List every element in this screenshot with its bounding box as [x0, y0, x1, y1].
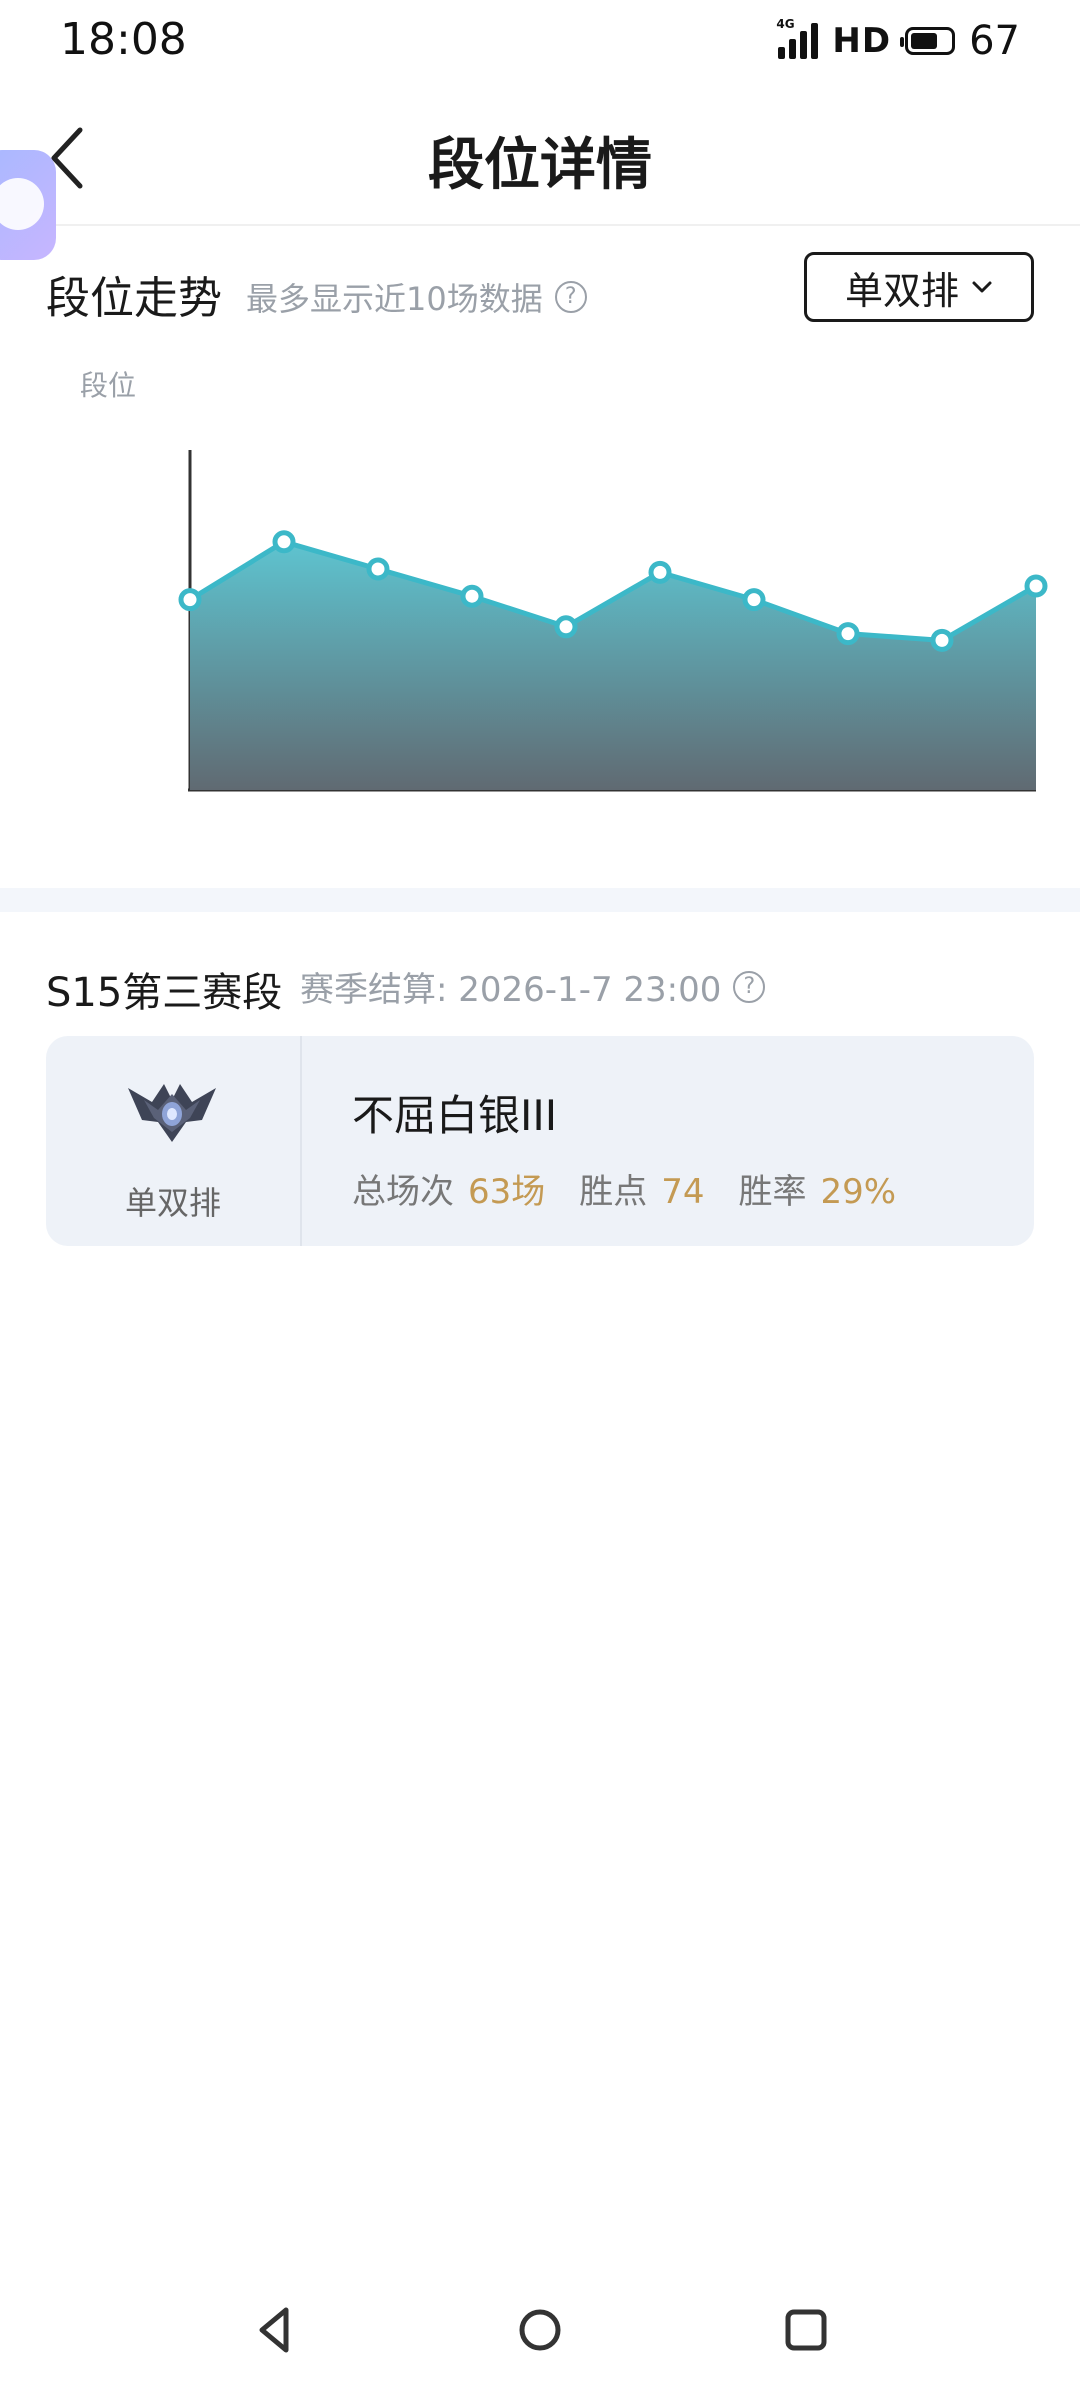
- chart-point: [1024, 574, 1048, 598]
- stat-points: 胜点 74: [579, 1164, 704, 1213]
- stat-label: 胜率: [738, 1172, 807, 1212]
- battery-level: 67: [969, 18, 1020, 64]
- chart-point: [742, 588, 766, 612]
- stat-value: 29%: [820, 1172, 897, 1212]
- rank-name: 不屈白银III: [352, 1091, 558, 1140]
- hd-indicator: HD: [832, 21, 892, 61]
- network-type: 4G: [776, 17, 795, 31]
- chart-point: [272, 530, 296, 554]
- nav-home-icon[interactable]: [510, 2300, 570, 2360]
- chart-point: [460, 584, 484, 608]
- battery-icon: [900, 27, 956, 55]
- floating-assistant-icon[interactable]: [0, 150, 56, 260]
- status-bar: 18:08 4G HD 67: [0, 0, 1080, 88]
- trend-subtitle-text: 最多显示近10场数据: [246, 280, 543, 318]
- chevron-down-icon: [972, 281, 992, 293]
- y-axis-label: 段位: [80, 369, 137, 402]
- system-nav-bar: [0, 2290, 1080, 2380]
- chart-point: [836, 622, 860, 646]
- rank-card[interactable]: 单双排 不屈白银III 总场次 63场 胜点 74 胜率 29%: [46, 1036, 1034, 1246]
- stat-label: 胜点: [579, 1172, 648, 1212]
- stat-games: 总场次 63场: [352, 1164, 545, 1213]
- rank-trend-chart: [178, 450, 1048, 792]
- silver-rank-emblem-icon: [128, 1084, 216, 1142]
- rank-stats: 总场次 63场 胜点 74 胜率 29%: [352, 1164, 896, 1213]
- help-icon[interactable]: ?: [554, 281, 587, 313]
- header: 段位详情: [0, 100, 1080, 226]
- rank-mode-label: 单双排: [124, 1184, 221, 1222]
- trend-subtitle: 最多显示近10场数据 ?: [246, 274, 587, 320]
- chart-point: [648, 560, 672, 584]
- nav-recents-icon[interactable]: [776, 2300, 836, 2360]
- chart-point: [554, 615, 578, 639]
- section-divider: [0, 888, 1080, 912]
- chart-point: [366, 557, 390, 581]
- mode-select[interactable]: 单双排: [804, 252, 1034, 322]
- season-settlement: 赛季结算: 2026-1-7 23:00 ?: [300, 962, 766, 1011]
- stat-value: 74: [661, 1172, 705, 1212]
- season-settlement-text: 赛季结算: 2026-1-7 23:00: [300, 970, 722, 1010]
- chart-point: [178, 588, 202, 612]
- chart-area: [190, 541, 1036, 790]
- status-icons: 4G HD 67: [776, 17, 1020, 64]
- stat-value: 63场: [468, 1172, 546, 1212]
- signal-icon: 4G: [776, 17, 819, 59]
- season-title: S15第三赛段: [46, 970, 283, 1016]
- trend-title: 段位走势: [46, 273, 222, 324]
- mode-select-label: 单双排: [844, 268, 959, 313]
- status-time: 18:08: [60, 14, 187, 65]
- season-help-icon[interactable]: ?: [733, 970, 766, 1003]
- rank-card-left: 单双排: [46, 1036, 302, 1246]
- nav-back-icon[interactable]: [246, 2300, 306, 2360]
- chart-point: [930, 628, 954, 652]
- stat-label: 总场次: [352, 1172, 454, 1212]
- page-title: 段位详情: [428, 133, 652, 198]
- stat-winrate: 胜率 29%: [739, 1164, 897, 1213]
